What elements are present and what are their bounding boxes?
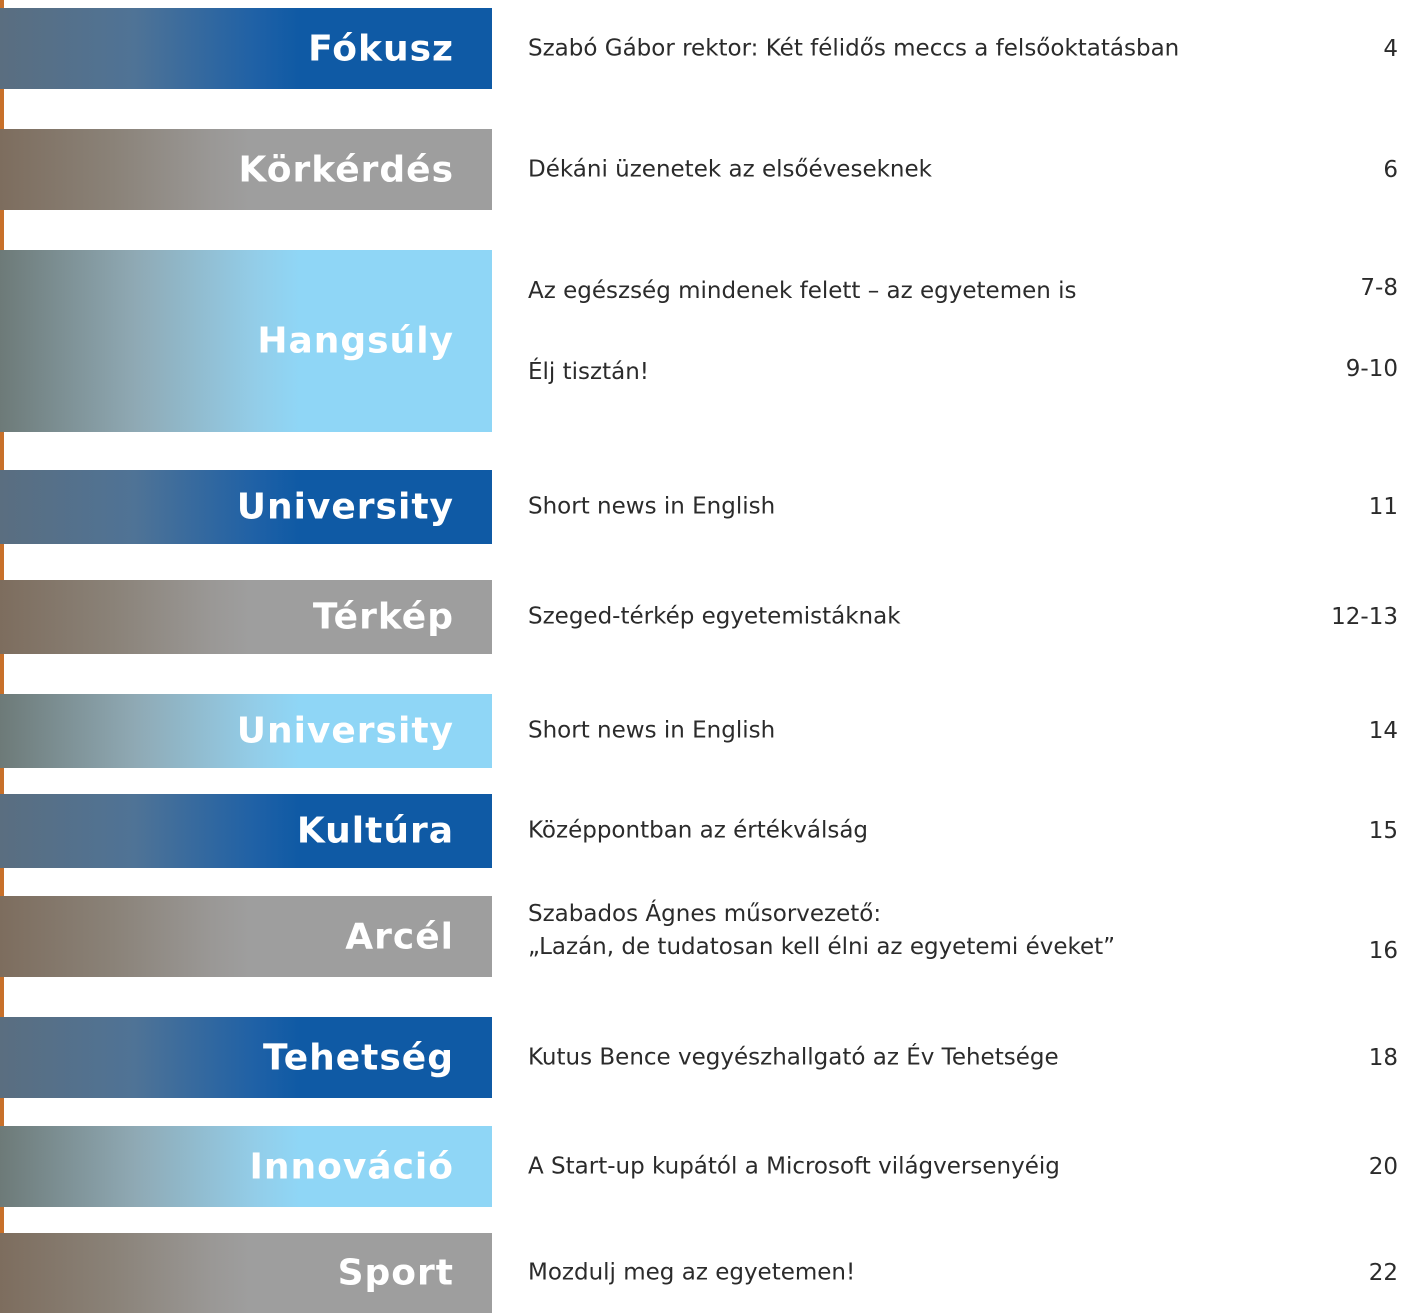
toc-row-kultura[interactable]: Kultúra Középpontban az értékválság 15	[0, 794, 1410, 868]
page-number: 16	[1368, 938, 1398, 964]
category-photo	[0, 250, 300, 432]
category-label: University	[236, 486, 454, 528]
category-label: University	[236, 710, 454, 752]
category-label: Tehetség	[262, 1037, 454, 1078]
page-number: 12-13	[1331, 604, 1398, 630]
article-title[interactable]: Short news in English	[528, 490, 1288, 523]
article-title-line: Szabados Ágnes műsorvezető:	[528, 901, 882, 927]
toc-row-university-2[interactable]: University Short news in English 14	[0, 694, 1410, 768]
category-photo	[0, 794, 300, 868]
toc-row-terkep[interactable]: Térkép Szeged-térkép egyetemistáknak 12-…	[0, 580, 1410, 654]
category-photo	[0, 129, 250, 210]
category-label: Arcél	[345, 916, 454, 957]
article-title[interactable]: Short news in English	[528, 714, 1288, 747]
article-title[interactable]: Szabados Ágnes műsorvezető: „Lazán, de t…	[528, 898, 1288, 965]
article-title[interactable]: Az egészség mindenek felett – az egyetem…	[528, 275, 1288, 308]
category-photo	[0, 1017, 300, 1098]
page-number: 7-8	[1360, 275, 1398, 301]
category-photo	[0, 896, 250, 977]
category-photo	[0, 1233, 250, 1313]
page-number: 14	[1368, 718, 1398, 744]
category-banner: Sport	[0, 1233, 492, 1313]
page-number: 6	[1383, 156, 1398, 183]
toc-row-tehetseg[interactable]: Tehetség Kutus Bence vegyészhallgató az …	[0, 1017, 1410, 1098]
page-number: 22	[1368, 1260, 1398, 1286]
page-number: 9-10	[1345, 356, 1398, 382]
category-label: Hangsúly	[257, 320, 454, 362]
category-label: Körkérdés	[238, 149, 454, 190]
article-title[interactable]: A Start-up kupától a Microsoft világvers…	[528, 1150, 1288, 1183]
toc-row-arcel[interactable]: Arcél Szabados Ágnes műsorvezető: „Lazán…	[0, 896, 1410, 977]
category-label: Térkép	[312, 596, 454, 638]
page-number: 4	[1383, 35, 1398, 62]
category-banner: Arcél	[0, 896, 492, 977]
page-number: 20	[1368, 1153, 1398, 1180]
page-number: 11	[1368, 494, 1398, 520]
category-label: Kultúra	[296, 810, 454, 852]
toc-row-sport[interactable]: Sport Mozdulj meg az egyetemen! 22	[0, 1233, 1410, 1313]
category-label: Sport	[337, 1252, 454, 1294]
category-banner: Innováció	[0, 1126, 492, 1207]
category-banner: Kultúra	[0, 794, 492, 868]
article-title-line: „Lazán, de tudatosan kell élni az egyete…	[528, 934, 1116, 961]
article-title[interactable]: Szeged-térkép egyetemistáknak	[528, 600, 1288, 633]
article-title[interactable]: Szabó Gábor rektor: Két félidős meccs a …	[528, 32, 1288, 65]
article-title[interactable]: Dékáni üzenetek az elsőéveseknek	[528, 153, 1288, 186]
toc-row-hangsuly[interactable]: Hangsúly Az egészség mindenek felett – a…	[0, 250, 1410, 432]
category-banner: Tehetség	[0, 1017, 492, 1098]
category-banner: University	[0, 470, 492, 544]
toc-row-korkerdes[interactable]: Körkérdés Dékáni üzenetek az elsőévesekn…	[0, 129, 1410, 210]
category-banner: Térkép	[0, 580, 492, 654]
article-title[interactable]: Kutus Bence vegyészhallgató az Év Tehets…	[528, 1041, 1288, 1074]
page-number: 18	[1368, 1044, 1398, 1071]
category-photo	[0, 8, 300, 89]
article-title[interactable]: Középpontban az értékválság	[528, 814, 1288, 847]
category-label: Fókusz	[308, 28, 454, 69]
category-photo	[0, 580, 250, 654]
article-title[interactable]: Mozdulj meg az egyetemen!	[528, 1256, 1288, 1289]
category-banner: Körkérdés	[0, 129, 492, 210]
toc-row-innovacio[interactable]: Innováció A Start-up kupától a Microsoft…	[0, 1126, 1410, 1207]
category-banner: Fókusz	[0, 8, 492, 89]
page-number: 15	[1368, 818, 1398, 844]
toc-row-fokusz[interactable]: Fókusz Szabó Gábor rektor: Két félidős m…	[0, 8, 1410, 89]
category-label: Innováció	[249, 1146, 454, 1187]
article-title[interactable]: Élj tisztán!	[528, 356, 1288, 389]
category-banner: Hangsúly	[0, 250, 492, 432]
toc-row-university[interactable]: University Short news in English 11	[0, 470, 1410, 544]
category-banner: University	[0, 694, 492, 768]
